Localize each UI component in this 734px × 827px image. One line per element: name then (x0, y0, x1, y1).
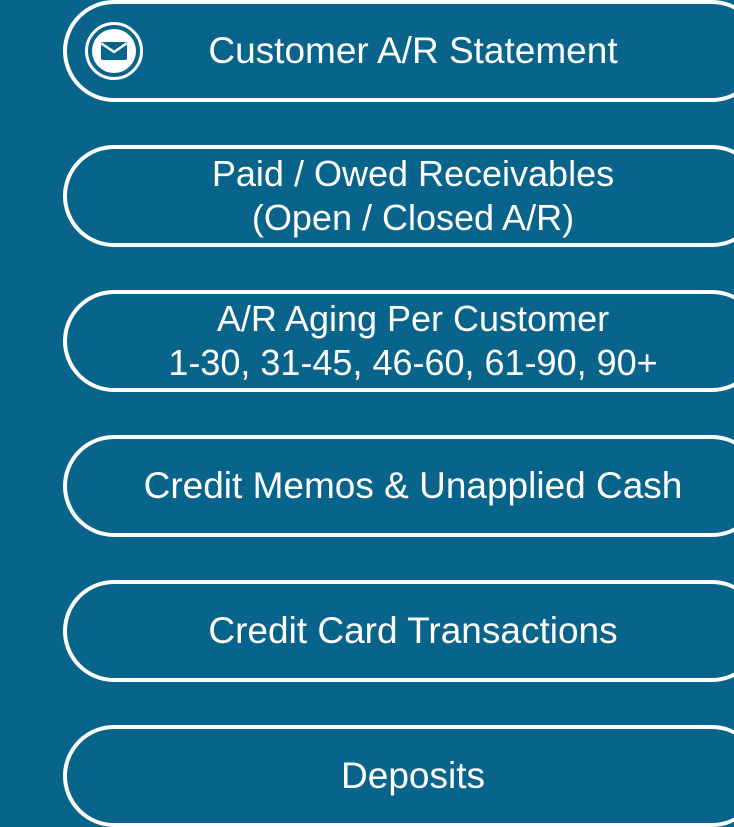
paid-owed-receivables-line1: Paid / Owed Receivables (211, 153, 615, 194)
credit-card-transactions-button[interactable]: Credit Card Transactions (63, 580, 734, 682)
credit-memos-unapplied-cash-label: Credit Memos & Unapplied Cash (143, 465, 683, 506)
customer-ar-statement-label: Customer A/R Statement (208, 30, 618, 71)
credit-memos-unapplied-cash-button[interactable]: Credit Memos & Unapplied Cash (63, 435, 734, 537)
paid-owed-receivables-button[interactable]: Paid / Owed Receivables (Open / Closed A… (63, 145, 734, 247)
credit-card-transactions-label: Credit Card Transactions (208, 610, 618, 651)
deposits-label: Deposits (341, 755, 485, 796)
customer-ar-statement-button[interactable]: Customer A/R Statement (63, 0, 734, 102)
ar-aging-per-customer-label: A/R Aging Per Customer 1-30, 31-45, 46-6… (78, 297, 734, 385)
report-menu: Customer A/R Statement Paid / Owed Recei… (0, 0, 734, 827)
ar-aging-per-customer-button[interactable]: A/R Aging Per Customer 1-30, 31-45, 46-6… (63, 290, 734, 392)
paid-owed-receivables-line2: (Open / Closed A/R) (251, 197, 575, 238)
paid-owed-receivables-label: Paid / Owed Receivables (Open / Closed A… (78, 152, 734, 240)
deposits-button[interactable]: Deposits (63, 725, 734, 827)
ar-aging-per-customer-line2: 1-30, 31-45, 46-60, 61-90, 90+ (168, 342, 658, 383)
ar-aging-per-customer-line1: A/R Aging Per Customer (216, 298, 610, 339)
envelope-icon (85, 22, 143, 80)
